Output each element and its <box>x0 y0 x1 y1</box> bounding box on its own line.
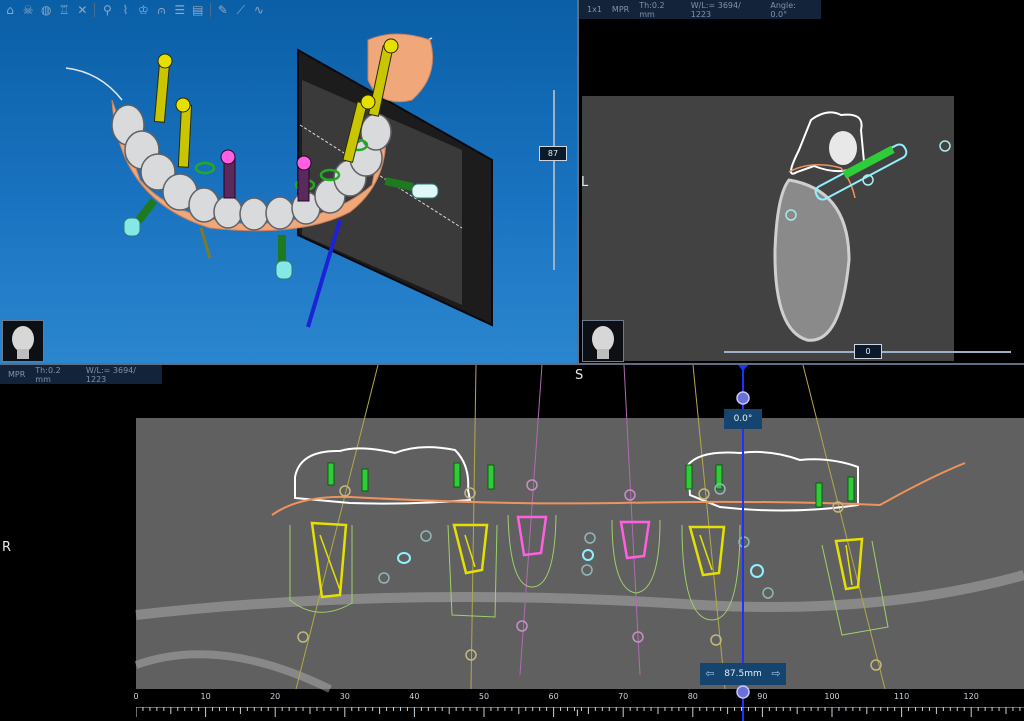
ruler-label: 10 <box>200 692 211 701</box>
arch-curve-line <box>65 67 123 101</box>
ruler-label: 50 <box>478 692 490 701</box>
3d-viewport[interactable]: ⌂ ☠ ◍ ♖ ✕ ⚲ ⌇ ♔ ⩀ ☰ ▤ ✎ ⟋ ∿ 87 <box>0 0 577 363</box>
orientation-left-label: R <box>2 540 12 555</box>
ruler-label: 60 <box>548 692 559 701</box>
panoramic-viewport[interactable]: MPR Th:0.2 mm W/L:= 3694/ 1223 S R I 0.0… <box>0 365 1024 721</box>
slider-track <box>553 90 555 270</box>
ruler-label: 0 <box>133 692 139 701</box>
ruler-label: 20 <box>270 692 281 701</box>
ruler-ticks <box>136 707 1024 717</box>
orientation-left-label: L <box>581 175 589 190</box>
ruler-label: 110 <box>893 692 910 701</box>
ruler-label: 90 <box>757 692 768 701</box>
orientation-top-label: S <box>575 368 584 383</box>
mpr-slice-slider[interactable]: 0 <box>724 344 1011 359</box>
slider-value-box[interactable]: 87 <box>539 146 567 161</box>
mpr-cross-section-viewport[interactable]: 1x1 MPR Th:0.2 mm W/L:= 3694/ 1223 Angle… <box>579 0 1024 363</box>
ruler-label: 120 <box>963 692 979 701</box>
ruler-label: 30 <box>339 692 350 701</box>
ruler-label: 80 <box>687 692 698 701</box>
arrow-left-icon[interactable]: ⇦ <box>702 663 718 685</box>
cross-section-scan[interactable] <box>579 0 1024 363</box>
panoramic-scan[interactable] <box>0 365 1024 721</box>
nerve-line <box>199 227 212 259</box>
ruler-label: 70 <box>618 692 629 701</box>
measurement-value: 87.5mm <box>724 669 762 679</box>
3d-slice-slider[interactable]: 87 <box>539 90 567 270</box>
arrow-right-icon[interactable]: ⇨ <box>768 663 784 685</box>
panoramic-ruler: 0 10 20 30 40 50 60 70 80 90 100 110 120 <box>133 689 1024 721</box>
slider-value-box[interactable]: 0 <box>854 344 882 359</box>
angle-readout[interactable]: 0.0° <box>724 409 762 429</box>
3d-model[interactable] <box>0 0 577 363</box>
head-icon <box>12 326 34 359</box>
cursor-top-marker <box>738 365 748 371</box>
ruler-label: 100 <box>824 692 840 701</box>
tooth-crown <box>829 131 857 165</box>
measurement-readout[interactable]: ⇦ 87.5mm ⇨ <box>700 663 786 685</box>
orientation-head-icon[interactable] <box>2 320 44 362</box>
head-icon <box>592 326 614 359</box>
ruler-label: 40 <box>409 692 420 701</box>
cursor-handle-top[interactable] <box>736 391 750 405</box>
orientation-head-icon[interactable] <box>582 320 624 362</box>
